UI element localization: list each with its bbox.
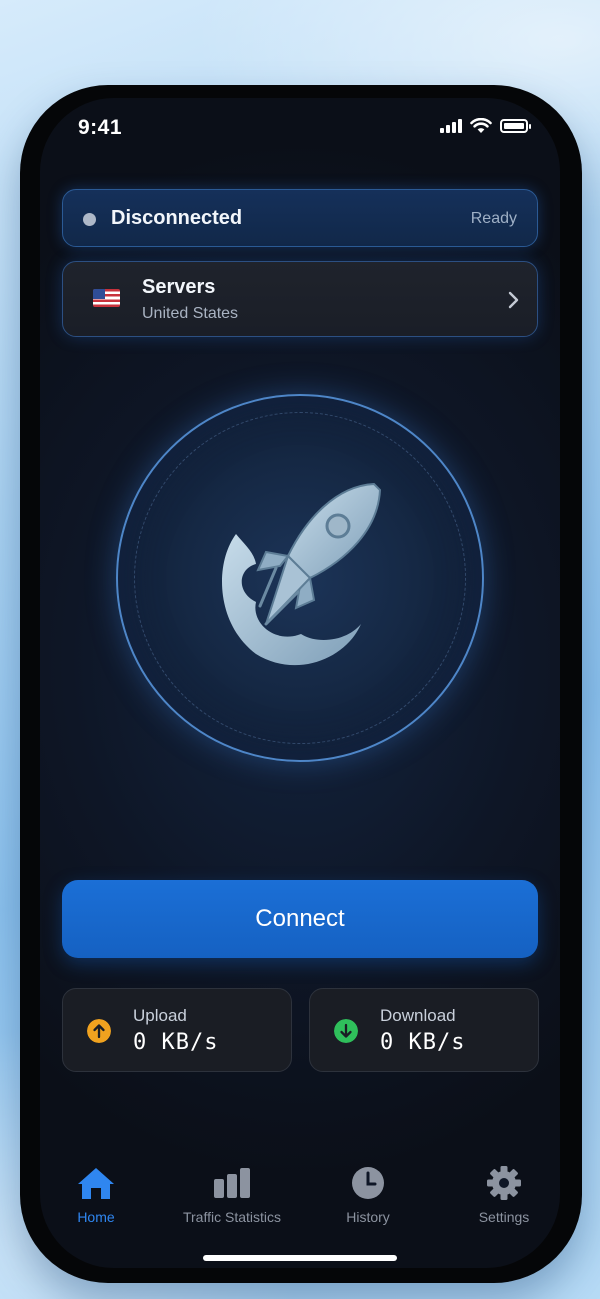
status-icons xyxy=(440,118,531,134)
clock-icon xyxy=(352,1167,384,1199)
tab-label: Traffic Statistics xyxy=(182,1209,282,1225)
wifi-icon xyxy=(470,118,492,133)
battery-icon xyxy=(500,119,531,133)
server-country: United States xyxy=(142,305,239,322)
tab-settings[interactable]: Settings xyxy=(439,1158,560,1228)
status-time: 9:41 xyxy=(78,116,123,139)
bottom-tab-bar: Home Traffic Statistics History Settings xyxy=(40,1158,560,1238)
home-indicator xyxy=(203,1255,397,1261)
arrow-up-icon xyxy=(87,1019,111,1043)
chevron-right-icon xyxy=(508,291,519,309)
connection-status-card: Disconnected Ready xyxy=(62,189,538,247)
us-flag-icon xyxy=(93,289,120,307)
server-title: Servers xyxy=(142,276,216,298)
home-icon xyxy=(78,1168,114,1199)
rocket-icon xyxy=(222,482,382,666)
app-screen: 9:41 Disconnected Ready Servers United S… xyxy=(40,98,560,1268)
tab-history[interactable]: History xyxy=(303,1158,433,1228)
download-value: 0 KB/s xyxy=(380,1030,466,1055)
arrow-down-icon xyxy=(334,1019,358,1043)
upload-label: Upload xyxy=(133,1006,187,1025)
download-speed-card: Download 0 KB/s xyxy=(309,988,539,1072)
connect-orb[interactable] xyxy=(116,394,484,762)
tab-label: Home xyxy=(77,1209,115,1225)
connection-status-label: Disconnected xyxy=(111,207,243,229)
status-indicator-dot xyxy=(83,213,96,226)
connection-state-label: Ready xyxy=(470,210,517,227)
tab-label: Settings xyxy=(478,1209,530,1225)
tab-home[interactable]: Home xyxy=(40,1158,161,1228)
tab-label: History xyxy=(346,1209,390,1225)
gear-icon xyxy=(487,1166,521,1200)
upload-speed-card: Upload 0 KB/s xyxy=(62,988,292,1072)
bar-chart-icon xyxy=(214,1168,250,1198)
status-bar: 9:41 xyxy=(40,98,560,158)
tab-traffic-statistics[interactable]: Traffic Statistics xyxy=(167,1158,297,1228)
connect-button[interactable]: Connect xyxy=(62,880,538,958)
cellular-signal-icon xyxy=(440,119,462,133)
download-label: Download xyxy=(380,1006,456,1025)
upload-value: 0 KB/s xyxy=(133,1030,219,1055)
server-selector[interactable]: Servers United States xyxy=(62,261,538,337)
